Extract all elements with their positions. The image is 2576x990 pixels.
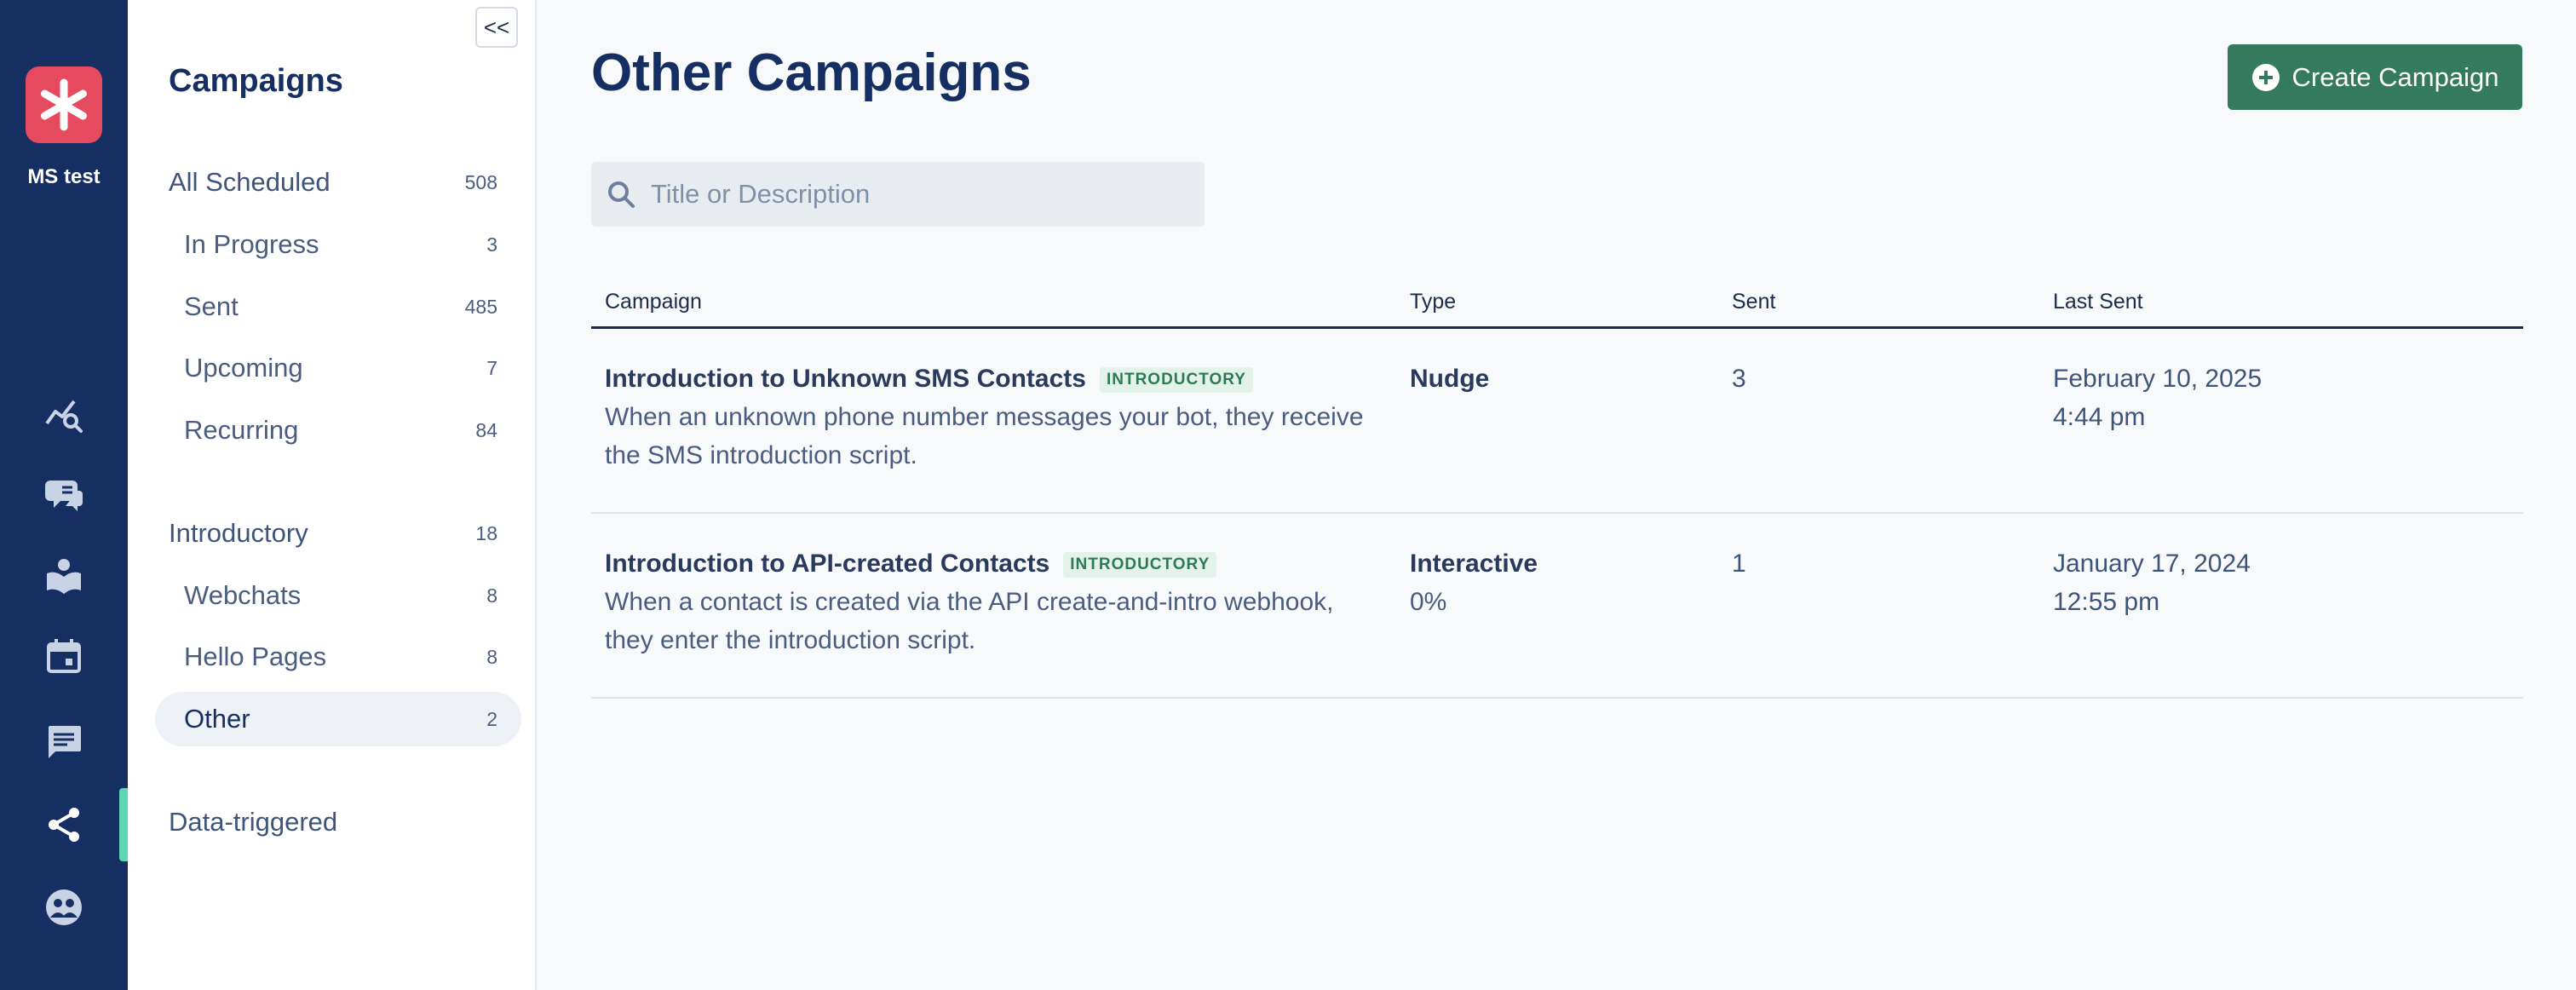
campaign-cell: Introduction to API-created Contacts INTR… [605,544,1371,659]
sidebar-item-label: Recurring [184,415,299,445]
sidebar-item-label: Other [184,704,250,734]
sidebar-item-introductory[interactable]: Introductory 18 [155,506,521,561]
active-nav-marker [119,788,128,861]
sidebar-item-count: 508 [464,170,497,193]
last-sent-cell: January 17, 2024 12:55 pm [2053,544,2251,621]
sidebar-item-count: 7 [486,356,497,379]
sidebar-item-count: 3 [486,233,497,256]
campaigns-table: Campaign Type Sent Last Sent Introductio… [591,281,2523,699]
sidebar-item-other[interactable]: Other 2 [155,692,521,746]
sidebar-item-label: Webchats [184,580,302,610]
calendar-icon[interactable] [38,630,89,682]
asterisk-logo-icon [41,78,87,131]
sidebar-item-webchats[interactable]: Webchats 8 [155,568,521,623]
last-sent-date: February 10, 2025 [2053,365,2263,393]
messages-icon[interactable] [38,716,89,767]
sidebar-item-count: 18 [475,521,497,544]
last-sent-time: 4:44 pm [2053,403,2146,431]
plus-circle-icon [2251,63,2280,91]
sidebar-item-label: Hello Pages [184,642,327,671]
campaign-title[interactable]: Introduction to API-created Contacts [605,550,1049,578]
sidebar-item-in-progress[interactable]: In Progress 3 [155,217,521,272]
introductory-badge: INTRODUCTORY [1063,552,1217,578]
search-box [591,162,1205,227]
org-name: MS test [27,165,101,188]
sidebar-item-all-scheduled[interactable]: All Scheduled 508 [155,155,521,210]
sidebar-item-count: 2 [486,707,497,730]
last-sent-time: 12:55 pm [2053,588,2160,616]
sidebar-item-count: 485 [464,295,497,318]
collapse-sidebar-button[interactable]: << [475,7,518,48]
campaign-description: When a contact is created via the API cr… [605,588,1334,654]
sidebar-item-recurring[interactable]: Recurring 84 [155,403,521,458]
campaign-title[interactable]: Introduction to Unknown SMS Contacts [605,365,1086,393]
table-row[interactable]: Introduction to API-created Contacts INTR… [591,514,2523,699]
search-icon [591,180,651,209]
column-header-sent[interactable]: Sent [1732,290,1775,314]
search-input[interactable] [651,179,1179,210]
type-cell: Nudge [1410,360,1489,398]
campaign-type-detail: 0% [1410,588,1447,616]
sidebar-item-label: Sent [184,291,239,321]
sidebar-item-label: All Scheduled [169,167,331,197]
create-campaign-button[interactable]: Create Campaign [2228,44,2522,110]
campaign-type: Nudge [1410,365,1490,393]
knowledge-book-icon[interactable] [38,550,89,601]
column-header-campaign[interactable]: Campaign [605,290,702,314]
sidebar-item-count: 8 [486,584,497,607]
sidebar-title: Campaigns [169,63,343,99]
sidebar-item-sent[interactable]: Sent 485 [155,279,521,334]
table-header: Campaign Type Sent Last Sent [591,281,2523,329]
campaigns-share-icon[interactable] [38,799,89,850]
page-title: Other Campaigns [591,43,1032,102]
create-campaign-label: Create Campaign [2291,61,2499,92]
sidebar-item-data-triggered[interactable]: Data-triggered [155,795,521,849]
sent-count: 1 [1732,550,1746,578]
sidebar-item-upcoming[interactable]: Upcoming 7 [155,341,521,395]
sent-count: 3 [1732,365,1746,393]
campaign-description: When an unknown phone number messages yo… [605,403,1364,469]
sidebar-item-label: Data-triggered [169,807,338,837]
campaign-cell: Introduction to Unknown SMS Contacts INTR… [605,360,1371,475]
introductory-badge: INTRODUCTORY [1099,367,1253,393]
chat-bubbles-icon[interactable] [38,469,89,520]
sidebar-item-count: 84 [475,418,497,441]
last-sent-date: January 17, 2024 [2053,550,2251,578]
table-row[interactable]: Introduction to Unknown SMS Contacts INTR… [591,329,2523,514]
sidebar-item-label: In Progress [184,229,319,259]
sidebar-item-label: Introductory [169,518,308,548]
app-nav-rail: MS test [0,0,128,990]
type-cell: Interactive 0% [1410,544,1538,621]
sidebar-item-count: 8 [486,645,497,668]
sidebar-item-label: Upcoming [184,353,303,383]
campaign-type: Interactive [1410,550,1538,578]
last-sent-cell: February 10, 2025 4:44 pm [2053,360,2262,436]
contacts-icon[interactable] [38,882,89,933]
double-chevron-left-icon: << [483,14,510,40]
sidebar-item-hello-pages[interactable]: Hello Pages 8 [155,630,521,684]
column-header-type[interactable]: Type [1410,290,1456,314]
column-header-last-sent[interactable]: Last Sent [2053,290,2143,314]
campaigns-sidebar: << Campaigns All Scheduled 508 In Progre… [128,0,537,990]
analytics-icon[interactable] [38,388,89,439]
org-logo[interactable] [26,66,102,143]
